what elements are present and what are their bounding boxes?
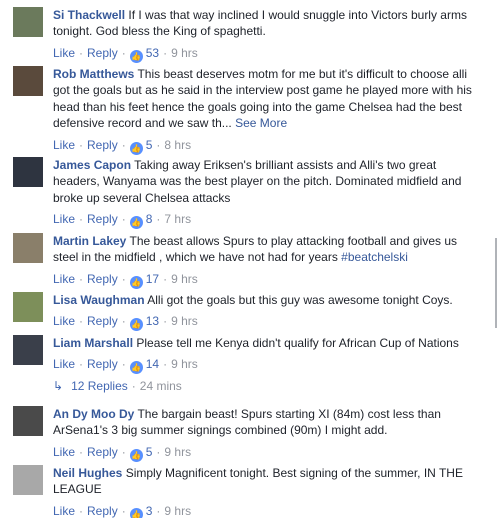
timestamp[interactable]: 9 hrs <box>171 272 198 286</box>
reply-button[interactable]: Reply <box>87 445 118 459</box>
like-count[interactable]: 14 <box>146 357 159 371</box>
comment-text: Liam Marshall Please tell me Kenya didn'… <box>53 335 477 351</box>
timestamp[interactable]: 9 hrs <box>171 46 198 60</box>
timestamp[interactable]: 8 hrs <box>164 138 191 152</box>
comment-actions: Like · Reply · 👍 3 · 9 hrs <box>53 503 477 518</box>
reply-button[interactable]: Reply <box>87 138 118 152</box>
thumbs-up-icon[interactable]: 👍 <box>129 507 143 518</box>
replies-time: 24 mins <box>139 379 182 393</box>
comment-author[interactable]: Martin Lakey <box>53 234 126 248</box>
comment-text: James Capon Taking away Eriksen's brilli… <box>53 157 477 206</box>
thumbs-up-icon[interactable]: 👍 <box>129 318 143 332</box>
timestamp[interactable]: 9 hrs <box>171 357 198 371</box>
avatar[interactable] <box>13 335 43 365</box>
thumbs-up-icon[interactable]: 👍 <box>129 448 143 462</box>
avatar[interactable] <box>13 157 43 187</box>
comment-body: Alli got the goals but this guy was awes… <box>147 293 453 307</box>
reply-button[interactable]: Reply <box>87 272 118 286</box>
avatar[interactable] <box>13 465 43 495</box>
comment-actions: Like · Reply · 👍 13 · 9 hrs <box>53 314 198 332</box>
reply-button[interactable]: Reply <box>87 357 118 371</box>
reply-button[interactable]: Reply <box>87 212 118 226</box>
avatar[interactable] <box>13 406 43 436</box>
like-button[interactable]: Like <box>53 445 75 459</box>
comment-actions: Like · Reply · 👍 14 · 9 hrs <box>53 357 198 375</box>
like-button[interactable]: Like <box>53 46 75 60</box>
comment-author[interactable]: Lisa Waughman <box>53 293 145 307</box>
comment-author[interactable]: Neil Hughes <box>53 466 122 480</box>
comment-text: Neil Hughes Simply Magnificent tonight. … <box>53 465 477 498</box>
avatar[interactable] <box>13 233 43 263</box>
comment-actions: Like · Reply · 👍 17 · 9 hrs <box>53 271 198 289</box>
thumbs-up-icon[interactable]: 👍 <box>129 141 143 155</box>
view-replies[interactable]: ↳ 12 Replies · 24 mins <box>53 378 182 394</box>
like-button[interactable]: Like <box>53 314 75 328</box>
thumbs-up-icon[interactable]: 👍 <box>129 361 143 375</box>
avatar[interactable] <box>13 7 43 37</box>
reply-button[interactable]: Reply <box>87 504 118 518</box>
comment-author[interactable]: An Dy Moo Dy <box>53 407 134 421</box>
thumbs-up-icon[interactable]: 👍 <box>129 275 143 289</box>
timestamp[interactable]: 9 hrs <box>164 445 191 459</box>
timestamp[interactable]: 7 hrs <box>164 212 191 226</box>
like-button[interactable]: Like <box>53 272 75 286</box>
reply-arrow-icon: ↳ <box>53 379 64 393</box>
like-count[interactable]: 53 <box>146 46 159 60</box>
like-button[interactable]: Like <box>53 138 75 152</box>
comment-text: An Dy Moo Dy The bargain beast! Spurs st… <box>53 406 477 439</box>
thumbs-up-icon[interactable]: 👍 <box>129 216 143 230</box>
like-count[interactable]: 13 <box>146 314 159 328</box>
hashtag-link[interactable]: #beatchelski <box>341 250 408 264</box>
comment-author[interactable]: James Capon <box>53 158 131 172</box>
comment-actions: Like · Reply · 👍 5 · 8 hrs <box>53 137 192 155</box>
comment-text: Martin Lakey The beast allows Spurs to p… <box>53 233 477 266</box>
timestamp[interactable]: 9 hrs <box>164 504 191 518</box>
comment-text: Rob Matthews This beast deserves motm fo… <box>53 66 477 132</box>
comment-actions: Like · Reply · 👍 53 · 9 hrs <box>53 45 198 63</box>
reply-button[interactable]: Reply <box>87 46 118 60</box>
comment-actions: Like · Reply · 👍 8 · 7 hrs <box>53 212 192 230</box>
replies-link[interactable]: 12 Replies <box>71 379 128 393</box>
avatar[interactable] <box>13 66 43 96</box>
reply-button[interactable]: Reply <box>87 314 118 328</box>
like-button[interactable]: Like <box>53 212 75 226</box>
like-button[interactable]: Like <box>53 504 75 518</box>
avatar[interactable] <box>13 292 43 322</box>
like-count[interactable]: 17 <box>146 272 159 286</box>
see-more-link[interactable]: See More <box>235 116 287 130</box>
timestamp[interactable]: 9 hrs <box>171 314 198 328</box>
comment-body: Please tell me Kenya didn't qualify for … <box>136 336 459 350</box>
comment-author[interactable]: Liam Marshall <box>53 336 133 350</box>
like-button[interactable]: Like <box>53 357 75 371</box>
comment-author[interactable]: Rob Matthews <box>53 67 134 81</box>
comment-actions: Like · Reply · 👍 5 · 9 hrs <box>53 444 192 462</box>
comment-text: Si Thackwell If I was that way inclined … <box>53 7 477 40</box>
comment-text: Lisa Waughman Alli got the goals but thi… <box>53 292 477 308</box>
comment-author[interactable]: Si Thackwell <box>53 8 125 22</box>
comment-feed: Si Thackwell If I was that way inclined … <box>0 0 497 518</box>
thumbs-up-icon[interactable]: 👍 <box>129 49 143 63</box>
